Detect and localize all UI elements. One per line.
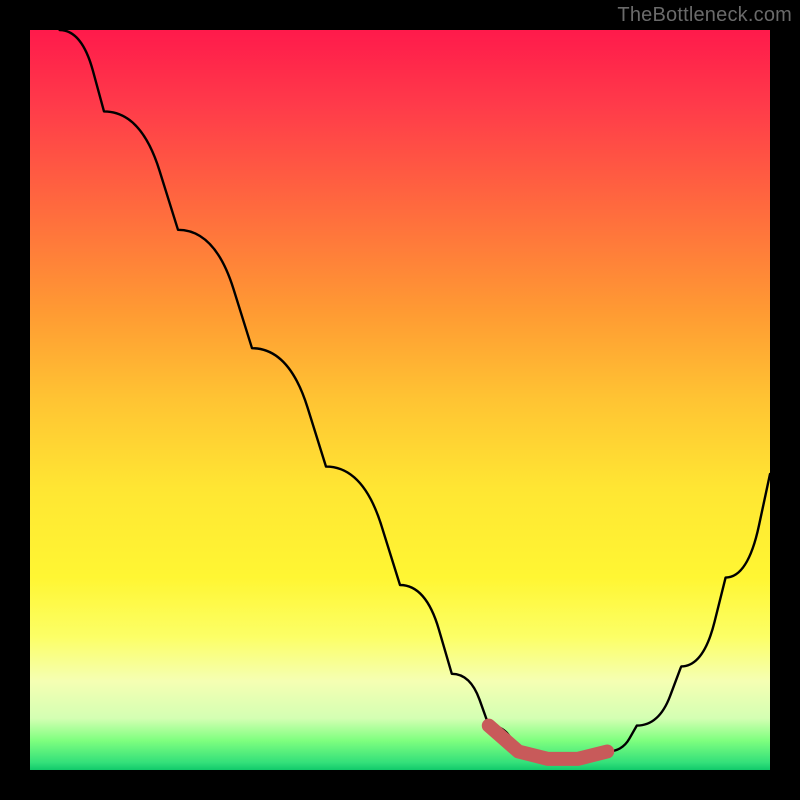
optimal-range-marker: [489, 726, 607, 759]
bottleneck-curve: [60, 30, 770, 759]
curve-layer: [30, 30, 770, 770]
chart-container: TheBottleneck.com: [0, 0, 800, 800]
watermark-text: TheBottleneck.com: [617, 4, 792, 27]
plot-area: [30, 30, 770, 770]
